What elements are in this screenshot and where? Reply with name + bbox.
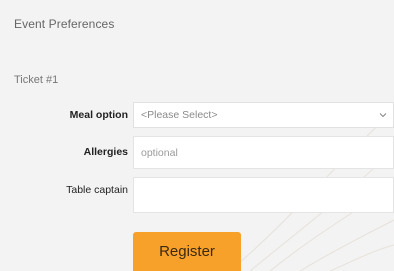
meal-option-selected-value: <Please Select> (141, 109, 218, 121)
register-button[interactable]: Register (133, 232, 241, 271)
meal-option-label: Meal option (69, 109, 128, 121)
table-captain-input[interactable] (133, 177, 394, 213)
chevron-down-icon (379, 113, 387, 118)
section-title: Event Preferences (14, 17, 115, 31)
meal-option-select[interactable]: <Please Select> (133, 102, 394, 128)
allergies-input[interactable] (133, 136, 394, 169)
table-captain-label: Table captain (66, 184, 128, 196)
allergies-label: Allergies (83, 146, 128, 158)
ticket-label: Ticket #1 (14, 74, 59, 86)
